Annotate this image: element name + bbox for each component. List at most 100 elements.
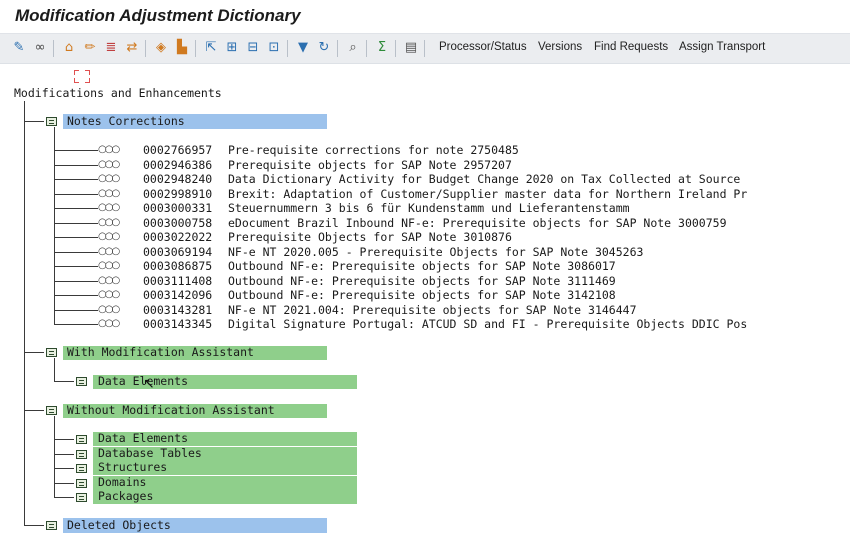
pencil-icon[interactable]: ✏: [82, 40, 98, 56]
toolbar-separator: [145, 40, 146, 57]
note-description[interactable]: eDocument Brazil Inbound NF-e: Prerequis…: [228, 216, 727, 230]
execute-icon[interactable]: Σ: [374, 40, 390, 56]
note-number[interactable]: 0002948240: [143, 172, 212, 186]
note-description[interactable]: NF-e NT 2021.004: Prerequisite objects f…: [228, 303, 637, 317]
note-description[interactable]: Steuernummern 3 bis 6 für Kundenstamm un…: [228, 201, 630, 215]
without-modification-assistant-label[interactable]: Without Modification Assistant: [67, 403, 275, 418]
note-object-icon: ○○○: [98, 275, 120, 286]
without-assistant-packages-label[interactable]: Packages: [98, 489, 153, 504]
tree-line: [24, 101, 25, 526]
notes-corrections-label[interactable]: Notes Corrections: [67, 114, 185, 129]
note-object-icon: ○○○: [98, 231, 120, 242]
note-number[interactable]: 0003143281: [143, 303, 212, 317]
folder-icon: [76, 377, 87, 386]
note-description[interactable]: Outbound NF-e: Prerequisite objects for …: [228, 288, 616, 302]
tree-line: [54, 208, 98, 209]
tree-line: [54, 468, 74, 469]
note-number[interactable]: 0003143345: [143, 317, 212, 331]
search-icon[interactable]: ⌕: [345, 40, 361, 56]
note-description[interactable]: Brexit: Adaptation of Customer/Supplier …: [228, 187, 747, 201]
find-requests-button[interactable]: Find Requests: [594, 41, 668, 53]
note-number[interactable]: 0003111408: [143, 274, 212, 288]
folder-icon: [76, 464, 87, 473]
note-description[interactable]: Prerequisite Objects for SAP Note 301087…: [228, 230, 512, 244]
folder-icon: [46, 406, 57, 415]
note-number[interactable]: 0003069194: [143, 245, 212, 259]
toolbar-separator: [53, 40, 54, 57]
note-object-icon: ○○○: [98, 159, 120, 170]
note-description[interactable]: Pre-requisite corrections for note 27504…: [228, 143, 519, 157]
versions-button[interactable]: Versions: [538, 41, 582, 53]
tree-line: [54, 266, 98, 267]
tree-root[interactable]: Modifications and Enhancements: [14, 86, 272, 101]
toolbar-separator: [287, 40, 288, 57]
tree-line: [54, 237, 98, 238]
filter-icon[interactable]: ▼: [295, 40, 311, 56]
tree-line: [54, 179, 98, 180]
list-icon[interactable]: ≣: [103, 40, 119, 56]
processor-status-button[interactable]: Processor/Status: [439, 41, 527, 53]
title-bar: Modification Adjustment Dictionary: [0, 0, 850, 33]
note-description[interactable]: Prerequisite objects for SAP Note 295720…: [228, 158, 512, 172]
without-assistant-structures-label[interactable]: Structures: [98, 460, 167, 475]
folder-icon: [76, 435, 87, 444]
note-object-icon: ○○○: [98, 260, 120, 271]
glasses-icon[interactable]: ∞: [32, 40, 48, 56]
folder-icon: [46, 117, 57, 126]
deleted-objects-label[interactable]: Deleted Objects: [67, 518, 171, 533]
note-object-icon: ○○○: [98, 202, 120, 213]
tree-line: [24, 410, 44, 411]
tree-line: [54, 194, 98, 195]
application-toolbar: ✎ ∞ ⌂ ✏ ≣ ⇄ ◈ ▙ ⇱ ⊞ ⊟ ⊡ ▼ ↻ ⌕ Σ ▤ Proces…: [0, 33, 850, 64]
without-assistant-data-elements-label[interactable]: Data Elements: [98, 431, 188, 446]
adjust-icon[interactable]: ◈: [153, 40, 169, 56]
toolbar-separator: [424, 40, 425, 57]
folder-icon: [46, 521, 57, 530]
folder-icon: [76, 493, 87, 502]
tree-line: [24, 121, 44, 122]
refresh-icon[interactable]: ↻: [316, 40, 332, 56]
note-description[interactable]: Data Dictionary Activity for Budget Chan…: [228, 172, 740, 186]
tree-line: [54, 358, 55, 382]
note-number[interactable]: 0002998910: [143, 187, 212, 201]
folder-icon: [46, 348, 57, 357]
tree-line: [24, 525, 44, 526]
select-icon[interactable]: ⇱: [203, 40, 219, 56]
expand-icon[interactable]: ⊞: [224, 40, 240, 56]
note-description[interactable]: Digital Signature Portugal: ATCUD SD and…: [228, 317, 747, 331]
legend-icon[interactable]: ▤: [403, 40, 419, 56]
toolbar-separator: [366, 40, 367, 57]
tree-line: [54, 150, 98, 151]
assign-transport-button[interactable]: Assign Transport: [679, 41, 765, 53]
subtree-icon[interactable]: ⊡: [266, 40, 282, 56]
tree-line: [54, 497, 74, 498]
hierarchy-icon[interactable]: ⌂: [61, 40, 77, 56]
note-description[interactable]: NF-e NT 2020.005 - Prerequisite Objects …: [228, 245, 643, 259]
tree-line: [54, 223, 98, 224]
with-modification-assistant-label[interactable]: With Modification Assistant: [67, 345, 254, 360]
note-number[interactable]: 0003000758: [143, 216, 212, 230]
note-number[interactable]: 0003022022: [143, 230, 212, 244]
note-description[interactable]: Outbound NF-e: Prerequisite objects for …: [228, 259, 616, 273]
note-description[interactable]: Outbound NF-e: Prerequisite objects for …: [228, 274, 616, 288]
folder-icon: [76, 450, 87, 459]
focus-marker: [74, 70, 90, 83]
folder-icon: [76, 479, 87, 488]
tree-line: [54, 381, 74, 382]
toolbar-separator: [195, 40, 196, 57]
note-number[interactable]: 0002766957: [143, 143, 212, 157]
note-number[interactable]: 0003000331: [143, 201, 212, 215]
without-assistant-database-tables-label[interactable]: Database Tables: [98, 446, 202, 461]
note-number[interactable]: 0002946386: [143, 158, 212, 172]
tree-line: [54, 324, 98, 325]
transfer-icon[interactable]: ⇄: [124, 40, 140, 56]
import-icon[interactable]: ▙: [174, 40, 190, 56]
without-assistant-domains-label[interactable]: Domains: [98, 475, 146, 490]
collapse-icon[interactable]: ⊟: [245, 40, 261, 56]
tree-line: [54, 439, 74, 440]
note-number[interactable]: 0003142096: [143, 288, 212, 302]
tree-line: [54, 416, 55, 497]
note-object-icon: ○○○: [98, 173, 120, 184]
note-number[interactable]: 0003086875: [143, 259, 212, 273]
pencil-icon[interactable]: ✎: [11, 40, 27, 56]
